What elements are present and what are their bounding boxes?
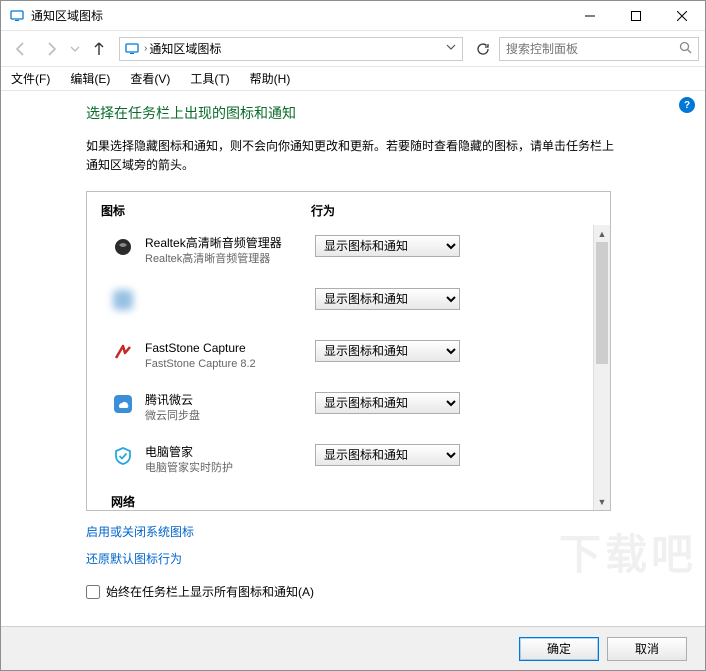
address-bar[interactable]: › 通知区域图标 xyxy=(119,37,463,61)
column-icon-header: 图标 xyxy=(101,202,311,219)
behavior-select[interactable]: 显示图标和通知 xyxy=(315,288,460,310)
back-button[interactable] xyxy=(7,35,35,63)
forward-button[interactable] xyxy=(37,35,65,63)
search-input[interactable] xyxy=(506,42,679,56)
icon-list-panel: 图标 行为 Realtek高清晰音频管理器 Realtek高清晰音频管理器 显示… xyxy=(86,191,611,511)
search-icon xyxy=(679,41,692,57)
menu-help[interactable]: 帮助(H) xyxy=(240,67,301,91)
list-item: Realtek高清晰音频管理器 Realtek高清晰音频管理器 显示图标和通知 xyxy=(87,225,610,277)
behavior-select[interactable]: 显示图标和通知 xyxy=(315,444,460,466)
link-system-icons[interactable]: 启用或关闭系统图标 xyxy=(86,523,194,540)
monitor-icon xyxy=(124,41,140,57)
page-heading: 选择在任务栏上出现的图标和通知 xyxy=(86,103,683,123)
window-title: 通知区域图标 xyxy=(31,7,567,24)
faststone-icon xyxy=(111,340,135,364)
scroll-up-arrow[interactable]: ▲ xyxy=(594,225,610,242)
behavior-select[interactable]: 显示图标和通知 xyxy=(315,392,460,414)
item-title xyxy=(145,288,315,305)
ok-button[interactable]: 确定 xyxy=(519,637,599,661)
menu-edit[interactable]: 编辑(E) xyxy=(60,67,120,91)
guanjia-icon xyxy=(111,444,135,468)
search-box[interactable] xyxy=(499,37,699,61)
cancel-button[interactable]: 取消 xyxy=(607,637,687,661)
weiyun-icon xyxy=(111,392,135,416)
scrollbar[interactable]: ▲ ▼ xyxy=(593,225,610,510)
menubar: 文件(F) 编辑(E) 查看(V) 工具(T) 帮助(H) xyxy=(1,67,705,91)
item-subtitle: 微云同步盘 xyxy=(145,409,315,424)
behavior-select[interactable]: 显示图标和通知 xyxy=(315,235,460,257)
list-item: FastStone Capture FastStone Capture 8.2 … xyxy=(87,330,610,382)
recent-dropdown[interactable] xyxy=(67,35,83,63)
breadcrumb-separator: › xyxy=(144,43,147,54)
menu-tools[interactable]: 工具(T) xyxy=(180,67,239,91)
help-icon[interactable]: ? xyxy=(679,97,695,113)
menu-file[interactable]: 文件(F) xyxy=(1,67,60,91)
item-title: FastStone Capture xyxy=(145,340,315,357)
always-show-checkbox[interactable] xyxy=(86,585,100,599)
item-title: 腾讯微云 xyxy=(145,392,315,409)
checkbox-label: 始终在任务栏上显示所有图标和通知(A) xyxy=(106,583,314,600)
panel-body: Realtek高清晰音频管理器 Realtek高清晰音频管理器 显示图标和通知 … xyxy=(87,225,610,510)
list-item: 腾讯微云 微云同步盘 显示图标和通知 xyxy=(87,382,610,434)
menu-view[interactable]: 查看(V) xyxy=(120,67,180,91)
item-subtitle: FastStone Capture 8.2 xyxy=(145,357,315,372)
maximize-button[interactable] xyxy=(613,1,659,31)
monitor-icon xyxy=(9,8,25,24)
up-button[interactable] xyxy=(85,35,113,63)
link-restore-defaults[interactable]: 还原默认图标行为 xyxy=(86,550,182,567)
list-item: 电脑管家 电脑管家实时防护 显示图标和通知 xyxy=(87,434,610,486)
scroll-thumb[interactable] xyxy=(596,242,608,364)
scroll-down-arrow[interactable]: ▼ xyxy=(594,493,610,510)
realtek-icon xyxy=(111,235,135,259)
item-title: 电脑管家 xyxy=(145,444,315,461)
content-area: ? 选择在任务栏上出现的图标和通知 如果选择隐藏图标和通知，则不会向你通知更改和… xyxy=(1,91,705,626)
minimize-button[interactable] xyxy=(567,1,613,31)
behavior-select[interactable]: 显示图标和通知 xyxy=(315,340,460,362)
list-item: 显示图标和通知 xyxy=(87,278,610,330)
item-title: Realtek高清晰音频管理器 xyxy=(145,235,315,252)
item-subtitle: 电脑管家实时防护 xyxy=(145,461,315,476)
refresh-button[interactable] xyxy=(469,35,497,63)
item-title-partial: 网络 xyxy=(87,486,610,510)
item-subtitle: Realtek高清晰音频管理器 xyxy=(145,252,315,267)
close-button[interactable] xyxy=(659,1,705,31)
column-action-header: 行为 xyxy=(311,202,596,219)
breadcrumb-label[interactable]: 通知区域图标 xyxy=(149,40,221,57)
page-description: 如果选择隐藏图标和通知，则不会向你通知更改和更新。若要随时查看隐藏的图标，请单击… xyxy=(86,137,616,175)
footer: 确定 取消 xyxy=(1,626,705,670)
navbar: › 通知区域图标 xyxy=(1,31,705,67)
titlebar: 通知区域图标 xyxy=(1,1,705,31)
blurred-icon xyxy=(111,288,135,312)
item-subtitle xyxy=(145,304,315,319)
address-dropdown[interactable] xyxy=(446,42,458,55)
